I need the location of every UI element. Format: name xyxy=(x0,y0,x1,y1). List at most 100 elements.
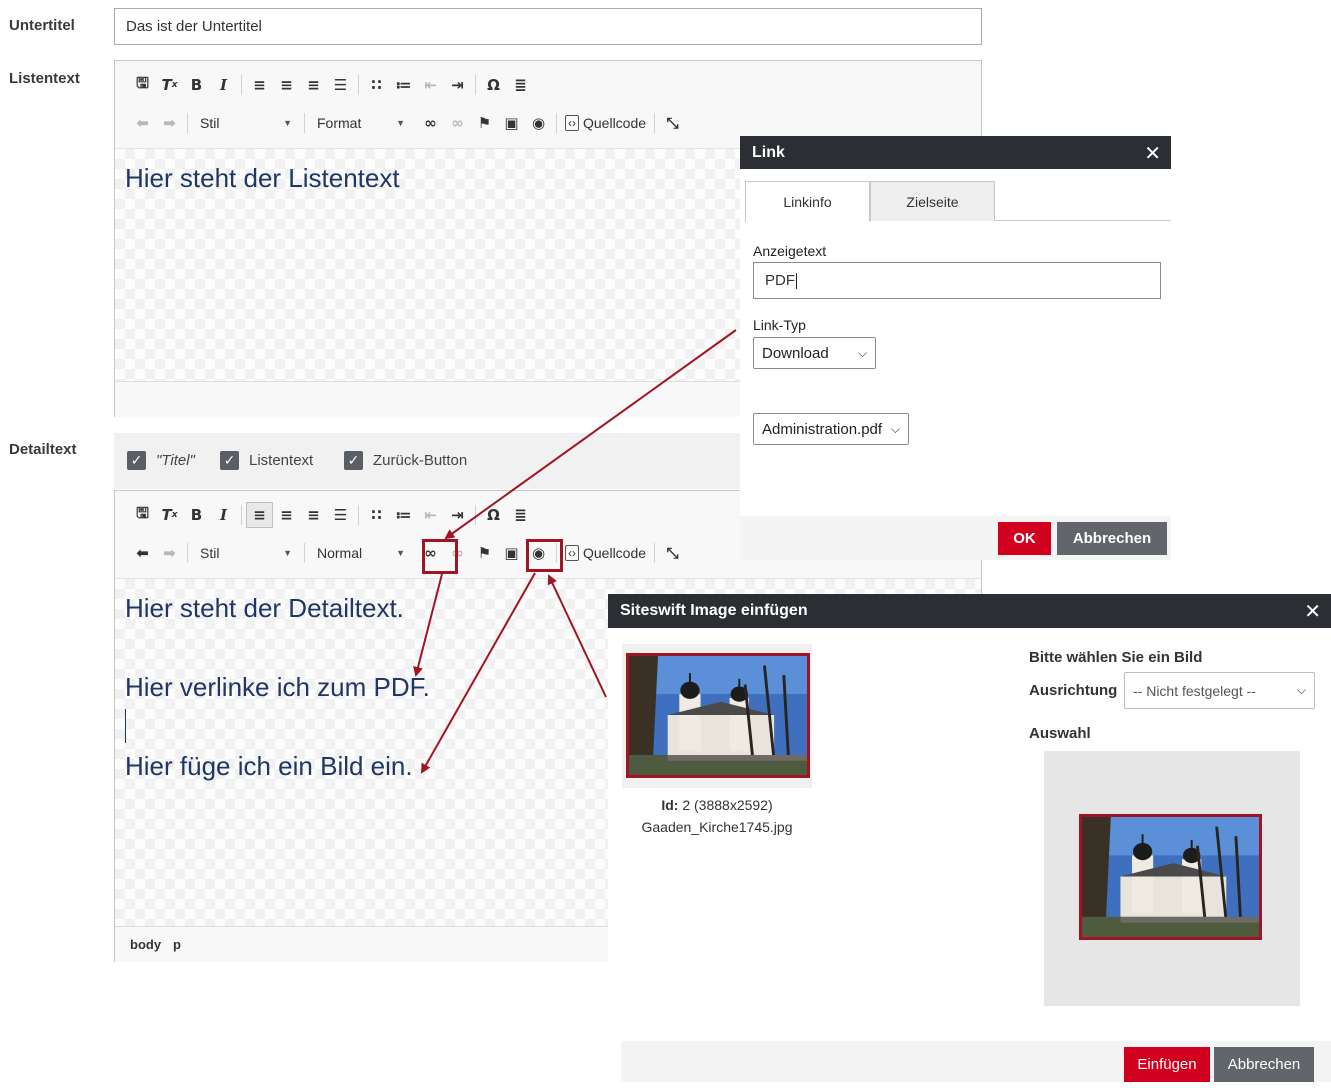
align-left-icon[interactable]: ≡ xyxy=(246,72,273,98)
horizontal-line-icon[interactable]: ≣ xyxy=(507,502,534,528)
redo-icon[interactable]: ➡ xyxy=(156,540,183,566)
image-cancel-button[interactable]: Abbrechen xyxy=(1214,1047,1314,1082)
toolbar-row-1: 🖫 Tx B I ≡ ≡ ≡ ☰ ∷ ≔ ⇤ ⇥ Ω ≣ xyxy=(129,502,534,528)
check-icon[interactable]: ✓ xyxy=(220,451,239,470)
align-right-icon[interactable]: ≡ xyxy=(300,72,327,98)
untertitel-input[interactable]: Das ist der Untertitel xyxy=(114,8,982,45)
close-icon[interactable]: ✕ xyxy=(1144,136,1161,169)
link-dialog-title: Link xyxy=(752,143,785,161)
detailtext-line-1: Hier steht der Detailtext. xyxy=(125,593,404,623)
undo-icon[interactable]: ⬅ xyxy=(129,110,156,136)
close-icon[interactable]: ✕ xyxy=(1304,594,1321,628)
text-cursor xyxy=(125,709,126,743)
numbered-list-icon[interactable]: ≔ xyxy=(390,502,417,528)
justify-icon[interactable]: ☰ xyxy=(327,502,354,528)
detailtext-line-3: Hier füge ich ein Bild ein. xyxy=(125,751,413,781)
undo-icon[interactable]: ⬅ xyxy=(129,540,156,566)
unlink-icon[interactable]: ∞ xyxy=(444,110,471,136)
option-zurueck[interactable]: ✓ Zurück-Button xyxy=(344,451,467,470)
link-type-select[interactable]: Download ⌵ xyxy=(753,337,876,369)
source-icon: ‹› xyxy=(565,115,579,131)
tab-linkinfo[interactable]: Linkinfo xyxy=(745,181,870,222)
horizontal-line-icon[interactable]: ≣ xyxy=(507,72,534,98)
tab-zielseite[interactable]: Zielseite xyxy=(870,181,995,221)
media-icon[interactable]: ◉ xyxy=(525,110,552,136)
bold-icon[interactable]: B xyxy=(183,502,210,528)
format-combo-label: Format xyxy=(317,115,362,131)
alignment-value: -- Nicht festgelegt -- xyxy=(1133,682,1256,699)
style-combo[interactable]: Stil ▼ xyxy=(192,540,300,566)
chevron-down-icon: ▼ xyxy=(283,548,292,558)
italic-icon[interactable]: I xyxy=(210,72,237,98)
insert-button[interactable]: Einfügen xyxy=(1124,1047,1210,1082)
file-value: Administration.pdf xyxy=(762,420,883,438)
image-thumbnail[interactable] xyxy=(626,653,810,778)
save-icon[interactable]: 🖫 xyxy=(129,72,156,98)
chevron-down-icon: ▼ xyxy=(283,118,292,128)
source-button[interactable]: ‹› Quellcode xyxy=(561,115,650,131)
toolbar-separator xyxy=(556,113,557,133)
path-body[interactable]: body xyxy=(130,937,161,952)
detailtext-label: Detailtext xyxy=(9,441,77,458)
maximize-icon[interactable]: ⤡ xyxy=(659,110,686,136)
bulleted-list-icon[interactable]: ∷ xyxy=(363,502,390,528)
justify-icon[interactable]: ☰ xyxy=(327,72,354,98)
link-cancel-button[interactable]: Abbrechen xyxy=(1057,522,1167,555)
chevron-down-icon: ▼ xyxy=(396,548,405,558)
option-listentext[interactable]: ✓ Listentext xyxy=(220,451,313,470)
toolbar-row-2: ⬅ ➡ Stil ▼ Normal ▼ ∞ ∞ ⚑ ▣ ◉ ‹› Quellcode … xyxy=(129,540,686,566)
option-titel[interactable]: ✓ "Titel" xyxy=(127,451,195,470)
outdent-icon[interactable]: ⇤ xyxy=(417,72,444,98)
display-text-value: PDF xyxy=(765,272,795,289)
listentext-paragraph: Hier steht der Listentext xyxy=(125,163,400,193)
align-center-icon[interactable]: ≡ xyxy=(273,502,300,528)
alignment-select[interactable]: -- Nicht festgelegt -- ⌵ xyxy=(1124,672,1315,709)
style-combo[interactable]: Stil ▼ xyxy=(192,110,300,136)
align-right-icon[interactable]: ≡ xyxy=(300,502,327,528)
anchor-flag-icon[interactable]: ⚑ xyxy=(471,540,498,566)
image-icon[interactable]: ▣ xyxy=(498,540,525,566)
special-char-icon[interactable]: Ω xyxy=(480,502,507,528)
outdent-icon[interactable]: ⇤ xyxy=(417,502,444,528)
chevron-down-icon: ⌵ xyxy=(857,345,867,360)
save-icon[interactable]: 🖫 xyxy=(129,502,156,528)
untertitel-label: Untertitel xyxy=(9,17,75,34)
remove-format-icon[interactable]: Tx xyxy=(156,72,183,98)
italic-icon[interactable]: I xyxy=(210,502,237,528)
bold-icon[interactable]: B xyxy=(183,72,210,98)
display-text-label: Anzeigetext xyxy=(753,243,827,259)
display-text-input[interactable]: PDF xyxy=(753,262,1161,299)
option-zurueck-label: Zurück-Button xyxy=(373,452,468,469)
image-id-label: Id: xyxy=(661,797,679,813)
source-icon: ‹› xyxy=(565,545,579,561)
align-left-icon[interactable]: ≡ xyxy=(246,502,273,528)
image-icon[interactable]: ▣ xyxy=(498,110,525,136)
indent-icon[interactable]: ⇥ xyxy=(444,72,471,98)
special-char-icon[interactable]: Ω xyxy=(480,72,507,98)
toolbar-separator xyxy=(475,75,476,95)
check-icon[interactable]: ✓ xyxy=(127,451,146,470)
link-icon[interactable]: ∞ xyxy=(417,110,444,136)
option-titel-label: "Titel" xyxy=(156,452,195,469)
toolbar-separator xyxy=(358,505,359,525)
format-combo[interactable]: Format ▼ xyxy=(309,110,413,136)
link-button-highlight xyxy=(422,539,458,574)
file-select[interactable]: Administration.pdf ⌵ xyxy=(753,413,909,445)
numbered-list-icon[interactable]: ≔ xyxy=(390,72,417,98)
link-type-value: Download xyxy=(762,344,829,362)
anchor-flag-icon[interactable]: ⚑ xyxy=(471,110,498,136)
source-button[interactable]: ‹› Quellcode xyxy=(561,545,650,561)
path-p[interactable]: p xyxy=(173,937,181,952)
maximize-icon[interactable]: ⤡ xyxy=(659,540,686,566)
bulleted-list-icon[interactable]: ∷ xyxy=(363,72,390,98)
church-photo xyxy=(1082,817,1259,937)
indent-icon[interactable]: ⇥ xyxy=(444,502,471,528)
check-icon[interactable]: ✓ xyxy=(344,451,363,470)
redo-icon[interactable]: ➡ xyxy=(156,110,183,136)
format-combo[interactable]: Normal ▼ xyxy=(309,540,413,566)
chevron-down-icon: ▼ xyxy=(396,118,405,128)
align-center-icon[interactable]: ≡ xyxy=(273,72,300,98)
ok-button[interactable]: OK xyxy=(998,522,1051,555)
remove-format-icon[interactable]: Tx xyxy=(156,502,183,528)
image-dialog-title: Siteswift Image einfügen xyxy=(620,602,808,619)
